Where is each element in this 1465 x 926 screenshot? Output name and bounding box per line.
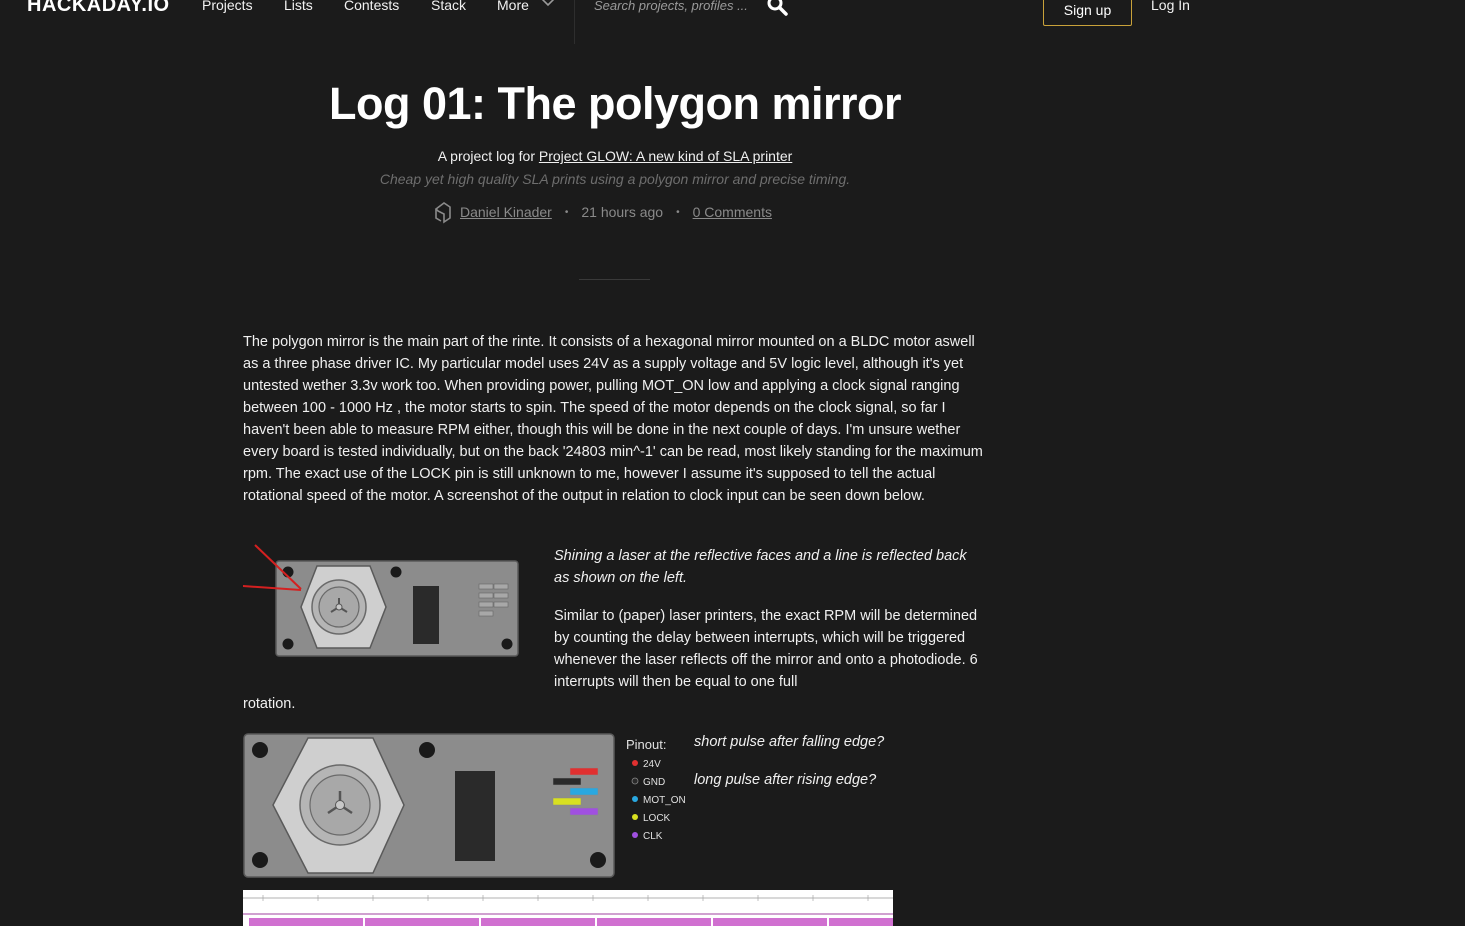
- nav-more[interactable]: More: [497, 0, 529, 13]
- body-paragraph-1: The polygon mirror is the main part of t…: [243, 334, 983, 504]
- search-icon[interactable]: [767, 0, 789, 16]
- chevron-down-icon[interactable]: [541, 0, 555, 8]
- project-link[interactable]: Project GLOW: A new kind of SLA printer: [539, 148, 792, 164]
- pin-label-mot-on: MOT_ON: [643, 795, 686, 806]
- site-logo[interactable]: HACKADAY.IO: [27, 0, 170, 17]
- log-meta: Daniel Kinader • 21 hours ago • 0 Commen…: [432, 200, 772, 224]
- header-divider: [579, 279, 650, 280]
- pin-label-lock: LOCK: [643, 813, 671, 824]
- nav-stack[interactable]: Stack: [431, 0, 466, 13]
- nav-lists[interactable]: Lists: [284, 0, 313, 13]
- pin-dot-gnd: [631, 777, 639, 785]
- question-short-pulse: short pulse after falling edge?: [694, 734, 885, 750]
- avatar-icon[interactable]: [432, 200, 454, 224]
- question-long-pulse: long pulse after rising edge?: [694, 772, 877, 788]
- pin-dot-24v: [632, 760, 638, 766]
- project-prefix: A project log for: [437, 148, 539, 164]
- comments-link[interactable]: 0 Comments: [693, 204, 772, 220]
- pin-label-gnd: GND: [643, 777, 665, 788]
- pinout-title: Pinout:: [626, 737, 666, 752]
- pinout-diagram-image: Pinout: 24V GND MOT_ON LOCK CLK: [243, 733, 686, 878]
- polygon-mirror-board-image: [243, 544, 519, 657]
- login-link[interactable]: Log In: [1151, 0, 1190, 13]
- signup-button[interactable]: Sign up: [1043, 0, 1132, 26]
- pin-label-24v: 24V: [643, 759, 661, 770]
- meta-separator: •: [676, 206, 680, 218]
- search-input[interactable]: [594, 0, 759, 15]
- page-title: Log 01: The polygon mirror: [328, 78, 902, 129]
- nav-divider: [574, 0, 575, 44]
- body-paragraph-2: Similar to (paper) laser printers, the e…: [554, 608, 978, 690]
- oscilloscope-screenshot-image: [243, 890, 893, 926]
- author-link[interactable]: Daniel Kinader: [460, 204, 552, 220]
- pin-dot-clk: [632, 832, 638, 838]
- image-caption: Shining a laser at the reflective faces …: [554, 548, 967, 586]
- nav-contests[interactable]: Contests: [344, 0, 399, 13]
- project-tagline: Cheap yet high quality SLA prints using …: [379, 171, 851, 187]
- body-paragraph-2-tail: rotation.: [243, 696, 296, 712]
- pin-dot-lock: [632, 814, 638, 820]
- pin-label-clk: CLK: [643, 831, 663, 842]
- nav-projects[interactable]: Projects: [202, 0, 253, 13]
- meta-separator: •: [564, 206, 569, 218]
- top-navbar: HACKADAY.IO Projects Lists Contests Stac…: [0, 0, 1465, 44]
- project-line: A project log for Project GLOW: A new ki…: [0, 148, 1230, 164]
- timestamp: 21 hours ago: [581, 204, 664, 220]
- pin-dot-mot-on: [632, 796, 638, 802]
